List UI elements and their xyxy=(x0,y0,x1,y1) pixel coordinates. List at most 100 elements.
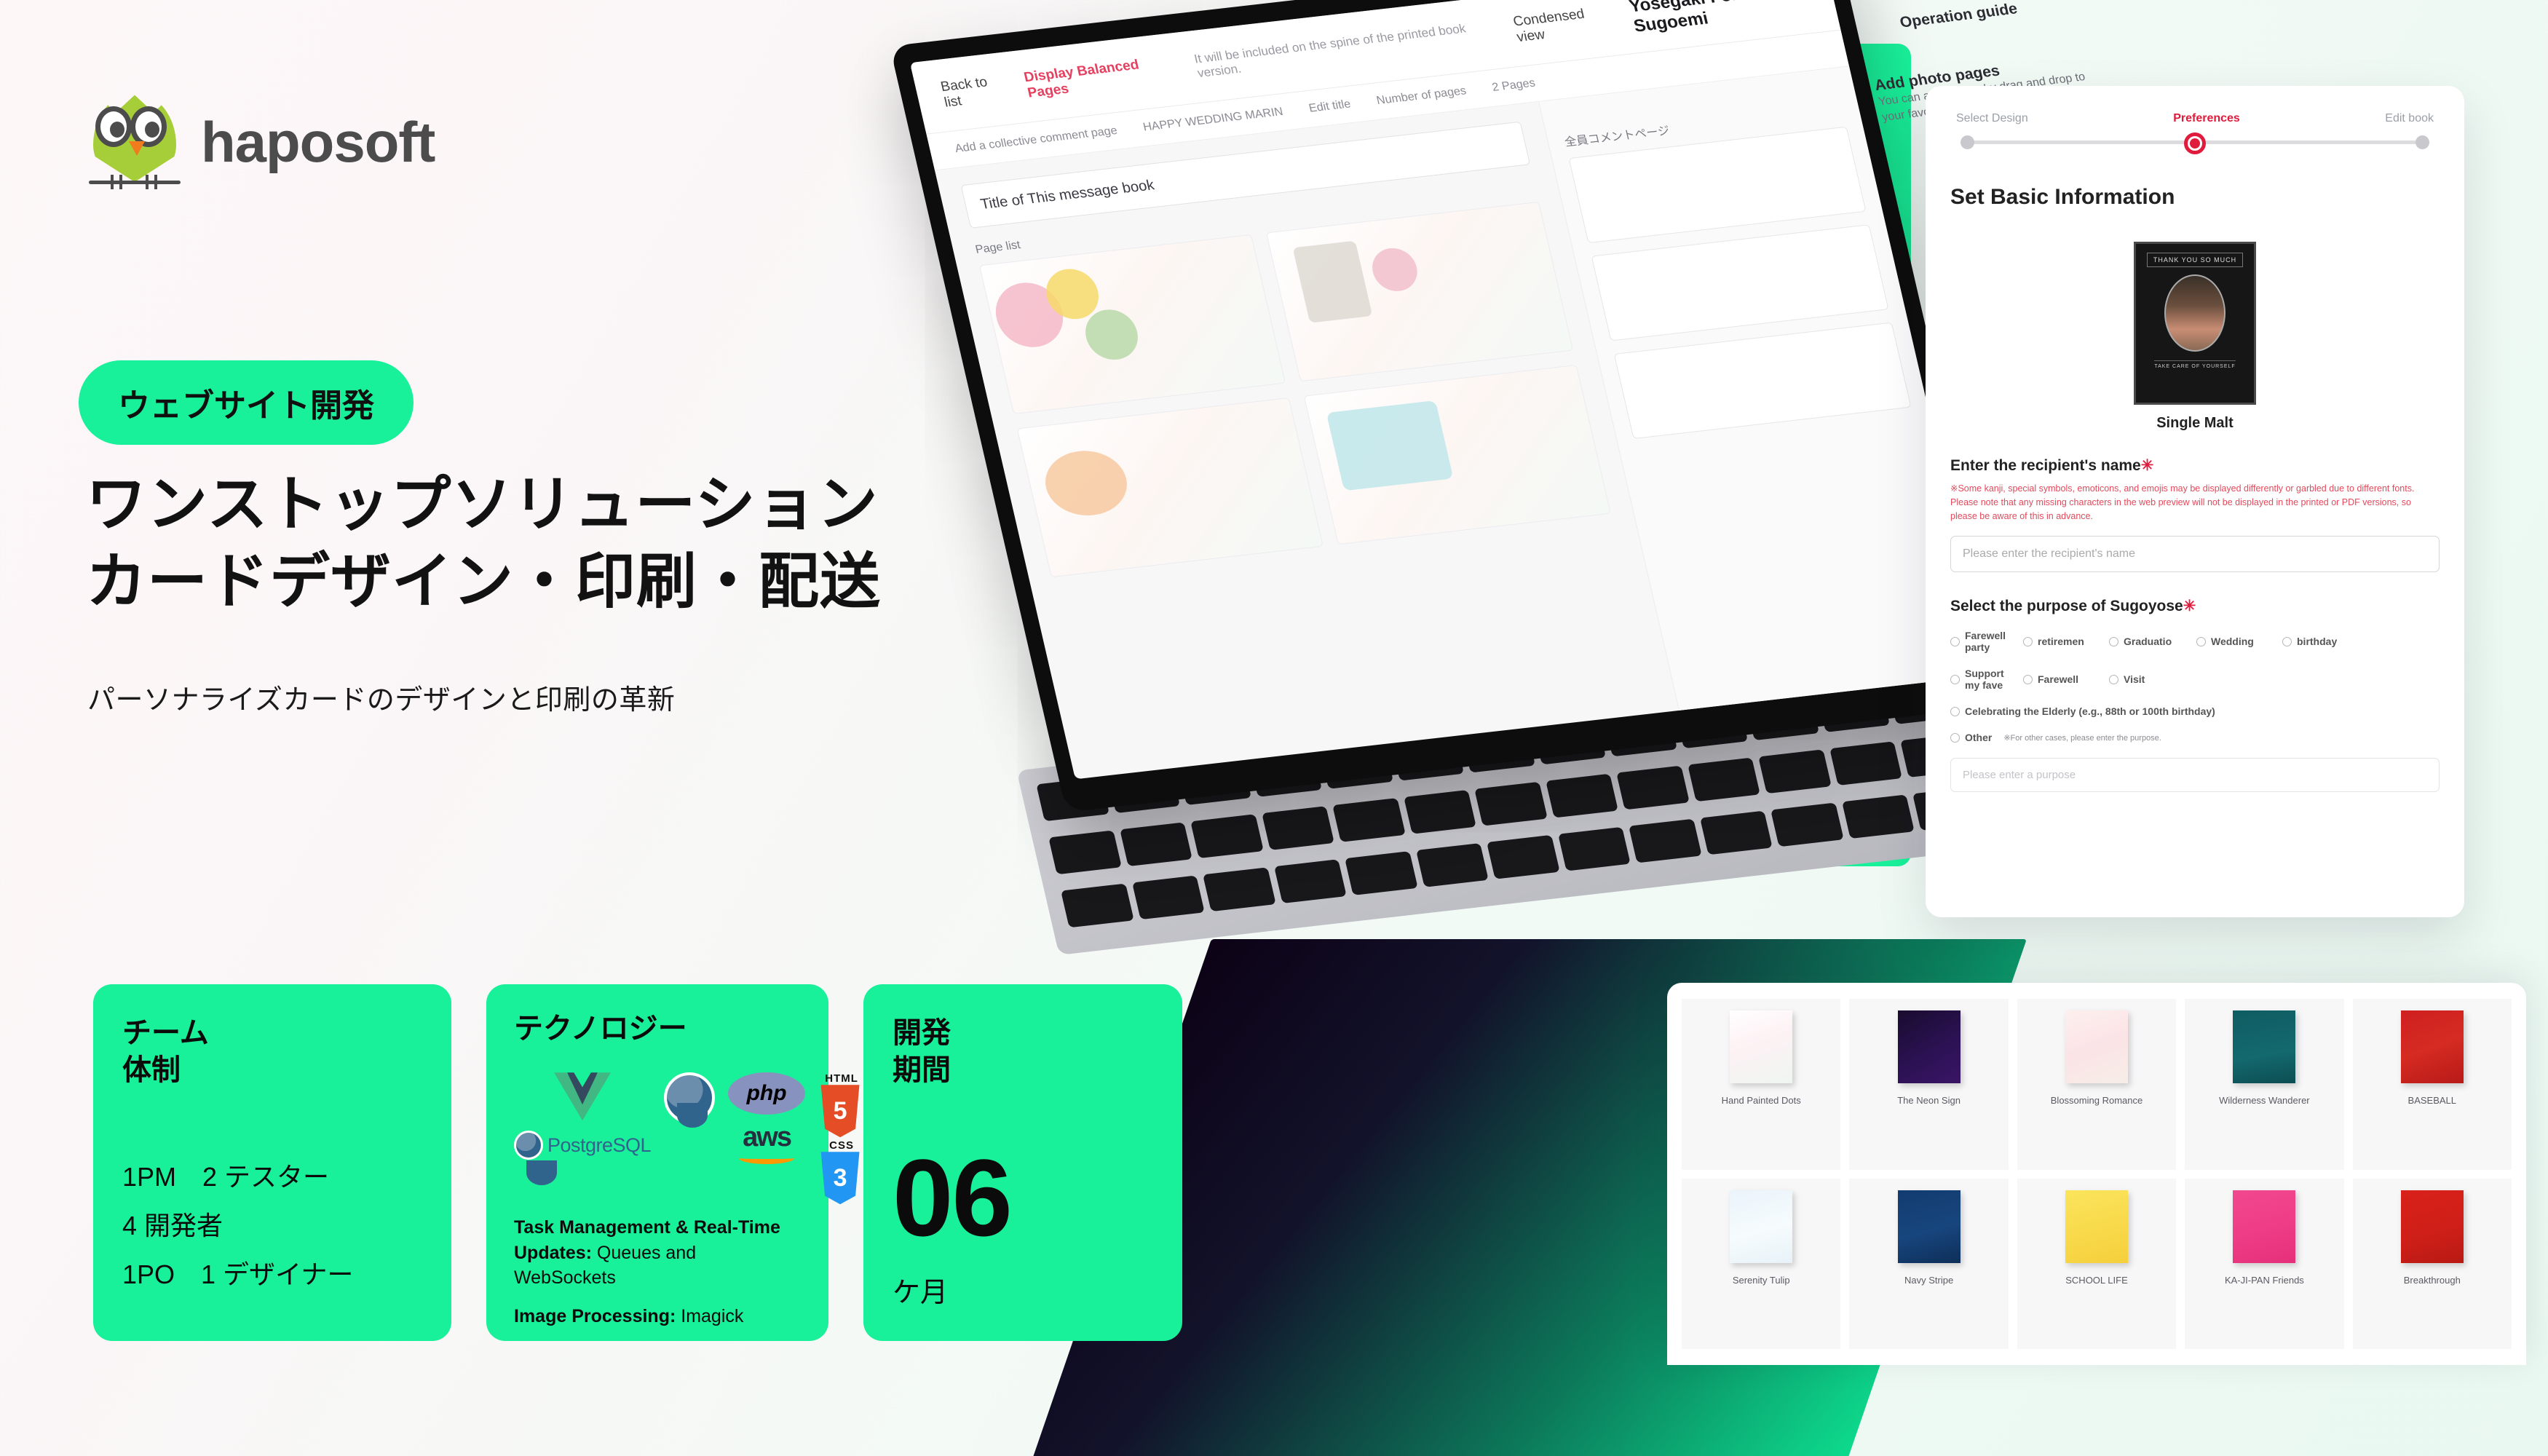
back-to-list-button[interactable]: Back to list xyxy=(939,73,1009,111)
edit-title-button[interactable]: Edit title xyxy=(1307,98,1352,116)
gallery-thumb xyxy=(2065,1190,2128,1263)
owl-beak-icon xyxy=(129,141,145,156)
gallery-item[interactable]: KA-JI-PAN Friends xyxy=(2185,1178,2344,1349)
team-card-title: チーム 体制 xyxy=(122,1017,209,1087)
basic-information-panel: Select Design Preferences Edit book Set … xyxy=(1926,86,2464,917)
page-thumb[interactable] xyxy=(978,234,1286,415)
radio-icon[interactable] xyxy=(2023,636,2033,646)
key xyxy=(1545,773,1618,818)
radio-icon[interactable] xyxy=(2282,636,2292,646)
condensed-view-button[interactable]: Condensed view xyxy=(1512,4,1615,46)
radio-icon[interactable] xyxy=(2109,636,2118,646)
gallery-item[interactable]: SCHOOL LIFE xyxy=(2017,1178,2177,1349)
step-label-select-design[interactable]: Select Design xyxy=(1956,112,2028,125)
radio-label: Graduatio xyxy=(2124,636,2172,648)
gallery-thumb xyxy=(1730,1190,1793,1263)
step-label-preferences[interactable]: Preferences xyxy=(2173,112,2240,125)
page-title: ワンストップソリューション カードデザイン・印刷・配送 xyxy=(86,470,881,616)
key xyxy=(1131,875,1205,920)
radio-label: Other xyxy=(1965,732,1993,744)
radio-option-farewell-party[interactable]: Farewell party xyxy=(1950,630,2017,653)
radio-option-farewell[interactable]: Farewell xyxy=(2023,673,2103,685)
step-dot-3[interactable] xyxy=(2416,135,2429,149)
key xyxy=(1190,814,1264,859)
page-thumb[interactable] xyxy=(1266,201,1574,382)
logo-col-vue-postgres: PostgreSQL xyxy=(514,1072,652,1186)
gallery-thumb xyxy=(2233,1010,2296,1083)
technology-card: テクノロジー PostgreSQL php aws HTML 5 CSS 3 T… xyxy=(486,984,860,1341)
step-progress-track xyxy=(1959,132,2431,154)
page-thumb[interactable] xyxy=(1304,364,1611,545)
step-labels: Select Design Preferences Edit book xyxy=(1950,109,2440,125)
purpose-options: Farewell party retiremen Graduatio Weddi… xyxy=(1950,630,2440,743)
radio-label: Support my fave xyxy=(1965,668,2004,692)
html5-icon: HTML 5 xyxy=(818,1072,865,1138)
sidebar-thumb[interactable] xyxy=(1613,322,1912,440)
gallery-thumb xyxy=(1897,1190,1961,1263)
other-purpose-input[interactable]: Please enter a purpose xyxy=(1950,758,2440,793)
radio-option-birthday[interactable]: birthday xyxy=(2282,636,2362,647)
css3-icon: CSS 3 xyxy=(818,1139,865,1205)
key xyxy=(1474,781,1548,826)
html5-shield: 5 xyxy=(820,1085,860,1138)
radio-option-graduation[interactable]: Graduatio xyxy=(2109,636,2191,647)
radio-icon[interactable] xyxy=(2196,636,2206,646)
tech-note-2-value: Imagick xyxy=(676,1305,744,1326)
team-row: 1PM 2 テスター xyxy=(122,1162,330,1192)
radio-label: Visit xyxy=(2124,673,2145,686)
key xyxy=(1758,749,1832,794)
sidebar-thumb[interactable] xyxy=(1591,224,1889,341)
card-design-gallery: Hand Painted Dots The Neon Sign Blossomi… xyxy=(1667,983,2526,1365)
gallery-item[interactable]: Serenity Tulip xyxy=(1682,1178,1841,1349)
gallery-item[interactable]: BASEBALL xyxy=(2352,999,2512,1170)
gallery-item[interactable]: Blossoming Romance xyxy=(2017,999,2177,1170)
gallery-item[interactable]: Navy Stripe xyxy=(1849,1178,2009,1349)
css3-label: CSS xyxy=(829,1139,854,1152)
number-of-pages-label: Number of pages xyxy=(1375,84,1468,107)
required-mark-icon: ✳ xyxy=(2183,598,2196,615)
gallery-item[interactable]: Hand Painted Dots xyxy=(1682,999,1841,1170)
radio-icon[interactable] xyxy=(1950,636,1960,646)
gallery-thumb xyxy=(2233,1190,2296,1263)
radio-option-retirement[interactable]: retiremen xyxy=(2023,636,2103,647)
radio-icon[interactable] xyxy=(1950,706,1960,716)
owl-pupil xyxy=(110,122,124,138)
design-name: Single Malt xyxy=(2156,415,2234,431)
key xyxy=(1061,883,1134,928)
step-dot-1[interactable] xyxy=(1961,135,1974,149)
radio-option-visit[interactable]: Visit xyxy=(2109,673,2191,685)
radio-icon[interactable] xyxy=(1950,732,1960,743)
radio-icon[interactable] xyxy=(1950,674,1960,684)
key xyxy=(1415,843,1489,887)
recipient-name-input[interactable]: Please enter the recipient's name xyxy=(1950,536,2440,573)
page-grid xyxy=(978,201,1611,578)
gallery-item-name: BASEBALL xyxy=(2407,1095,2457,1106)
gallery-item[interactable]: Wilderness Wanderer xyxy=(2185,999,2344,1170)
key xyxy=(1487,834,1560,879)
aws-smile-icon xyxy=(739,1152,795,1165)
step-label-edit-book[interactable]: Edit book xyxy=(2385,112,2434,125)
display-balanced-pages-button[interactable]: Display Balanced Pages xyxy=(1023,53,1179,101)
radio-option-support-my-fave[interactable]: Support my fave xyxy=(1950,668,2017,691)
page-thumb[interactable] xyxy=(1016,397,1324,578)
design-preview-card[interactable]: THANK YOU SO MUCH TAKE CARE OF YOURSELF xyxy=(2134,242,2256,405)
radio-icon[interactable] xyxy=(2109,674,2118,684)
key xyxy=(1687,757,1760,802)
key xyxy=(1119,822,1192,867)
aws-icon: aws xyxy=(739,1123,795,1165)
gallery-item[interactable]: The Neon Sign xyxy=(1849,999,2009,1170)
radio-icon[interactable] xyxy=(2023,674,2033,684)
radio-label: Farewell party xyxy=(1965,630,2006,654)
html5-label: HTML xyxy=(825,1072,858,1085)
key xyxy=(1048,830,1122,875)
gallery-thumb xyxy=(1730,1010,1793,1083)
key xyxy=(1629,818,1702,863)
gallery-item-name: Wilderness Wanderer xyxy=(2219,1095,2310,1106)
radio-option-celebrating-elderly[interactable]: Celebrating the Elderly (e.g., 88th or 1… xyxy=(1950,705,2215,717)
radio-option-other[interactable]: Other xyxy=(1950,732,1992,743)
step-dot-2-active[interactable] xyxy=(2184,132,2206,154)
page-subtitle: パーソナライズカードのデザインと印刷の革新 xyxy=(87,685,676,716)
collective-comment-toggle[interactable]: Add a collective comment page xyxy=(954,124,1118,156)
gallery-item[interactable]: Breakthrough xyxy=(2352,1178,2512,1349)
radio-option-wedding[interactable]: Wedding xyxy=(2196,636,2276,647)
